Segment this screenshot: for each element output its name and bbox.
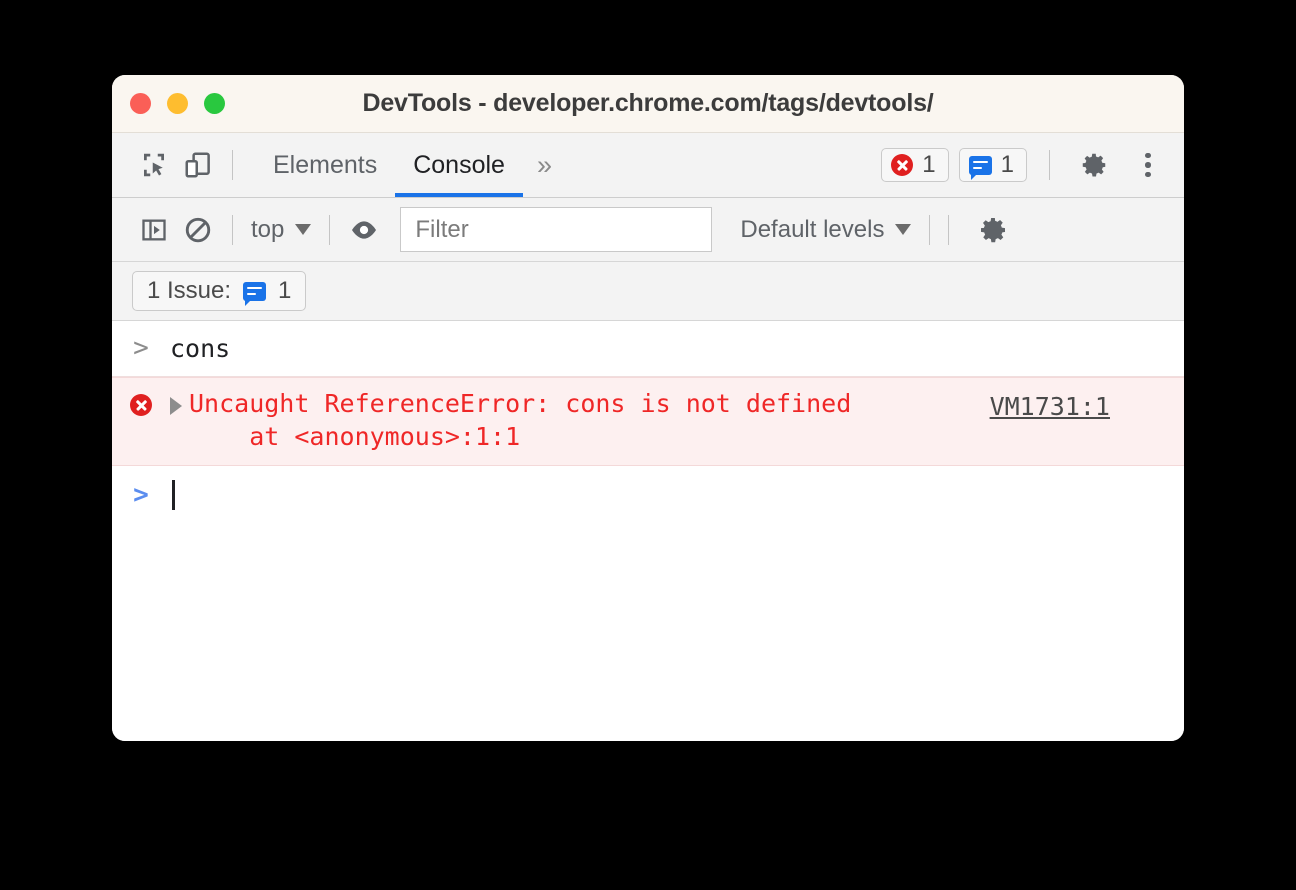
inspect-element-button[interactable] [132,143,176,187]
execution-context-label: top [251,215,285,243]
traffic-light-group [130,93,225,114]
gear-icon [1079,150,1109,180]
log-levels-selector[interactable]: Default levels [740,215,912,244]
console-sidebar-toggle[interactable] [132,208,176,252]
error-icon [891,154,914,176]
device-toolbar-icon [183,150,213,180]
console-toolbar: top Filter Default levels [112,198,1184,262]
console-input-echo-text: cons [170,334,231,363]
issues-summary-label: 1 Issue: [147,277,232,304]
console-row-gutter: > [112,333,170,361]
minimize-window-button[interactable] [167,93,188,114]
execution-context-selector[interactable]: top [245,216,317,244]
console-filter-placeholder: Filter [415,215,469,243]
toolbar-divider [232,214,233,245]
issues-icon [968,155,992,180]
devtools-main-toolbar: Elements Console » 1 1 [112,133,1184,198]
maximize-window-button[interactable] [204,93,225,114]
console-row-gutter: > [112,480,170,508]
double-chevron-right-icon: » [536,149,552,180]
device-toolbar-button[interactable] [176,143,220,187]
toolbar-divider [929,214,931,245]
collapsed-triangle-icon[interactable] [170,397,182,416]
issues-toolbar: 1 Issue: 1 [112,262,1184,321]
toolbar-divider [1049,150,1050,180]
chevron-right-icon: > [133,480,149,511]
error-icon [130,394,152,417]
screenshot-stage: DevTools - developer.chrome.com/tags/dev… [0,0,1296,890]
console-prompt-row[interactable]: > [112,466,1184,525]
console-sidebar-icon [140,216,168,244]
console-error-body: Uncaught ReferenceError: cons is not def… [189,388,851,453]
console-filter-input[interactable]: Filter [400,207,713,252]
inspect-element-icon [139,150,169,180]
console-settings-button[interactable] [971,208,1015,252]
console-row-gutter [112,388,170,417]
tab-elements[interactable]: Elements [255,133,395,197]
issues-summary-count: 1 [278,277,292,304]
error-count-badge[interactable]: 1 [881,148,949,182]
console-message-list[interactable]: > cons Uncaught ReferenceError: cons is … [112,321,1184,741]
toolbar-divider [232,150,233,180]
error-count: 1 [922,151,936,178]
toolbar-divider [329,214,331,245]
more-tabs-button[interactable]: » [536,149,552,181]
log-levels-label: Default levels [740,215,885,243]
console-error-row[interactable]: Uncaught ReferenceError: cons is not def… [112,377,1184,467]
tab-console-label: Console [413,150,505,179]
panel-tabs: Elements Console [255,133,523,197]
kebab-menu-icon [1145,152,1151,178]
issues-summary-button[interactable]: 1 Issue: 1 [132,271,307,311]
window-title: DevTools - developer.chrome.com/tags/dev… [362,89,934,117]
tab-console[interactable]: Console [395,133,523,197]
chevron-down-icon [895,224,912,235]
issues-count-badge[interactable]: 1 [958,148,1027,182]
more-options-button[interactable] [1126,143,1170,187]
close-window-button[interactable] [130,93,151,114]
live-expression-button[interactable] [342,208,386,252]
issues-icon [243,281,267,306]
console-input-echo-row[interactable]: > cons [112,321,1184,378]
toolbar-right-group: 1 1 [881,143,1170,187]
chevron-right-icon: > [133,333,149,363]
clear-console-button[interactable] [176,208,220,252]
chevron-down-icon [295,224,312,235]
window-titlebar: DevTools - developer.chrome.com/tags/dev… [112,75,1184,133]
console-error-source-link[interactable]: VM1731:1 [990,392,1110,421]
clear-console-icon [183,215,213,245]
console-error-stack: at <anonymous>:1:1 [189,421,521,451]
eye-icon [348,214,380,246]
devtools-window: DevTools - developer.chrome.com/tags/dev… [112,75,1184,741]
issues-count: 1 [1000,151,1014,178]
console-prompt-input[interactable] [170,480,175,517]
toolbar-divider [948,214,950,245]
tab-elements-label: Elements [273,150,378,179]
gear-icon [977,214,1009,246]
console-error-message: Uncaught ReferenceError: cons is not def… [189,389,852,419]
devtools-settings-button[interactable] [1072,143,1116,187]
text-caret [172,480,175,511]
